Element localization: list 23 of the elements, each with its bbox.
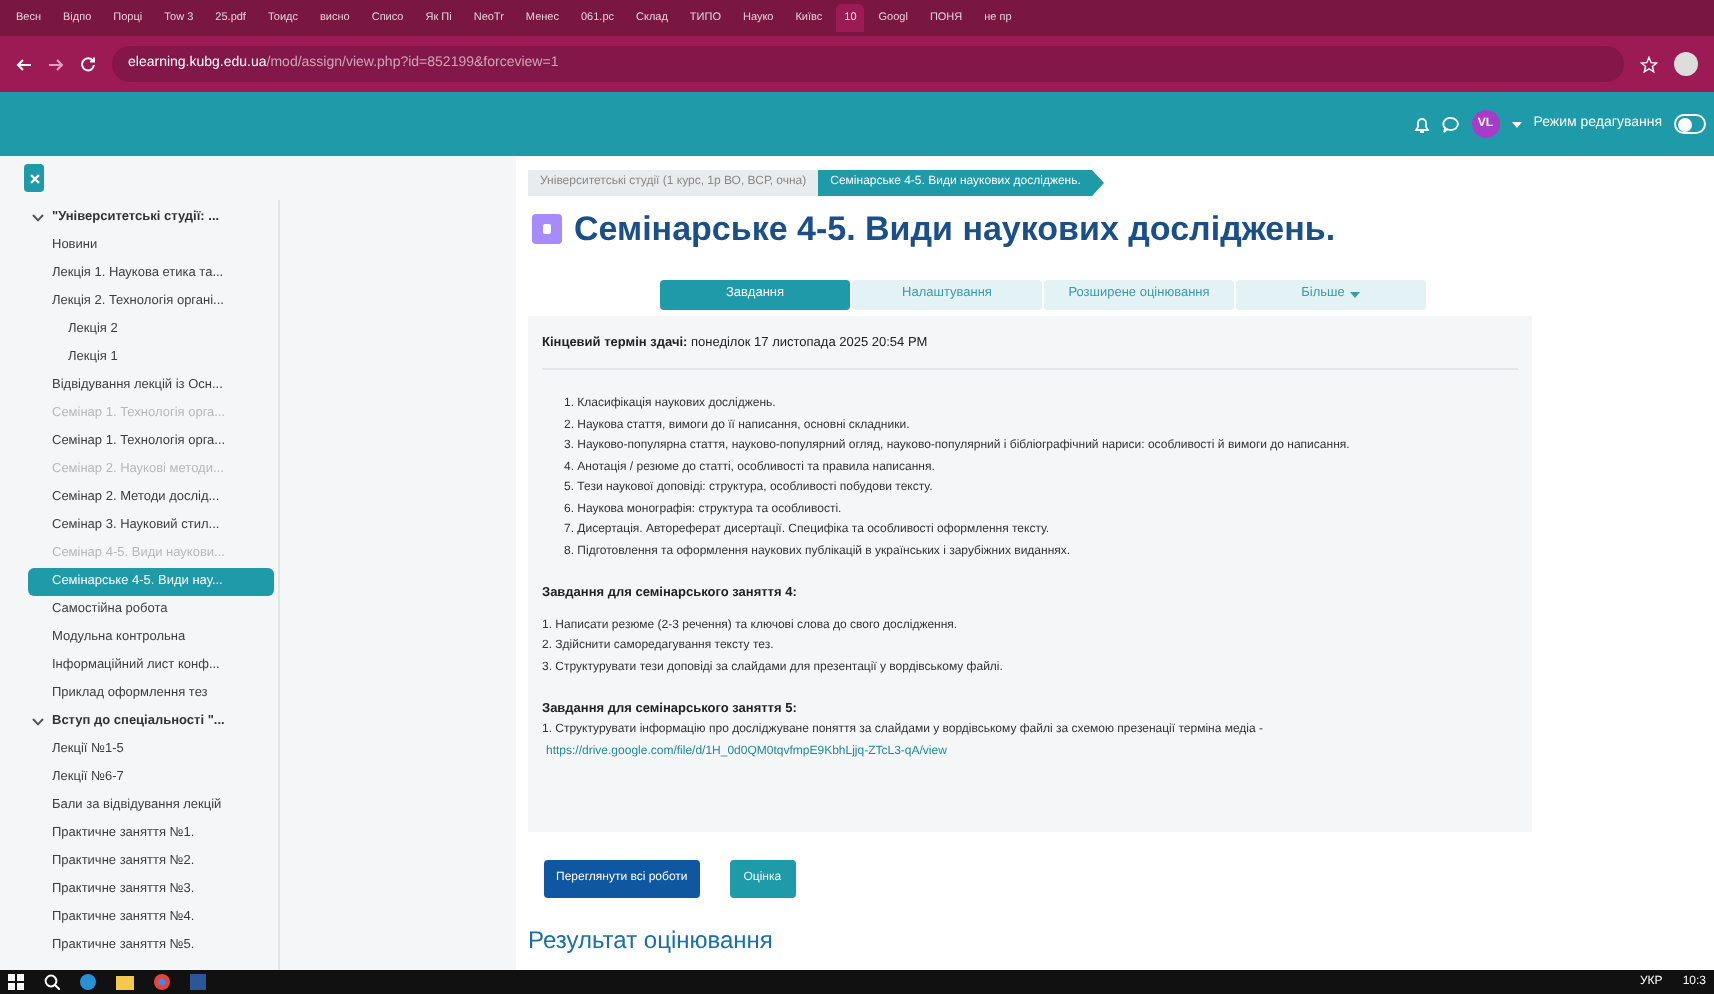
back-icon[interactable]: [16, 57, 32, 71]
chat-icon[interactable]: [1441, 115, 1460, 133]
caret-icon[interactable]: [1350, 291, 1361, 297]
star-icon[interactable]: [1640, 55, 1658, 73]
app-icon[interactable]: [80, 974, 96, 990]
reload-icon[interactable]: [80, 56, 96, 72]
search-icon[interactable]: [44, 974, 60, 990]
close-sidebar-button[interactable]: [24, 164, 44, 192]
bell-icon[interactable]: [1413, 115, 1430, 133]
folder-icon[interactable]: [116, 974, 134, 990]
chevron-down-icon[interactable]: [32, 214, 44, 222]
page-title: Семінарське 4-5. Види наукових досліджень.: [574, 208, 1336, 252]
breadcrumb-arrow-icon: [1092, 170, 1105, 196]
caret-icon[interactable]: [1511, 121, 1522, 127]
windows-start-icon[interactable]: [8, 974, 24, 990]
browser-icon[interactable]: [154, 974, 170, 990]
section-heading: Результат оцінювання: [528, 923, 775, 957]
profile-icon[interactable]: [1674, 52, 1698, 76]
assignment-icon: [532, 214, 562, 245]
chevron-down-icon[interactable]: [32, 718, 44, 726]
close-icon: [29, 173, 39, 183]
edit-mode-toggle[interactable]: [1674, 114, 1706, 134]
forward-icon[interactable]: [48, 57, 64, 71]
